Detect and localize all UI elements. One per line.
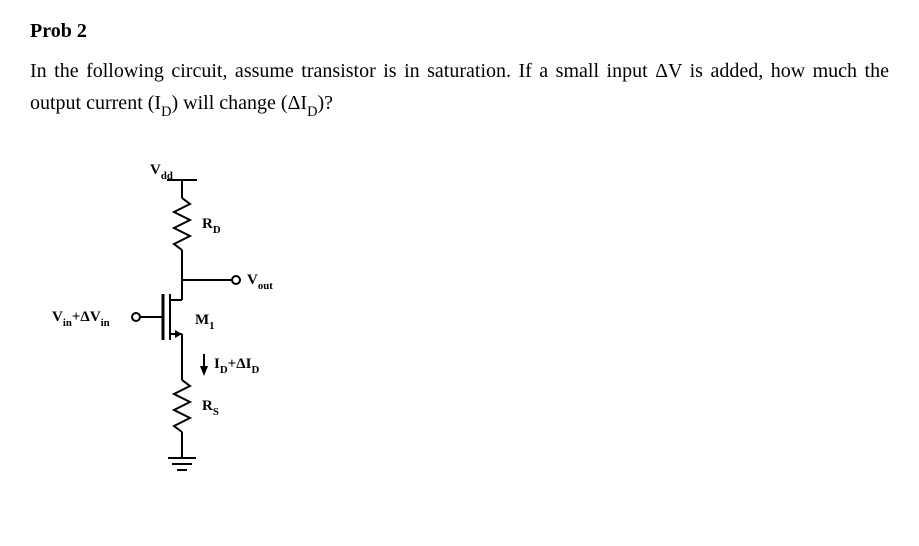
subscript-d: D bbox=[307, 104, 317, 120]
label-vin: Vin+ΔVin bbox=[52, 309, 110, 328]
label-id-sub: D bbox=[220, 364, 228, 376]
label-rs-r: R bbox=[202, 398, 213, 414]
circuit-svg bbox=[32, 162, 332, 502]
label-m1-m: M bbox=[195, 312, 209, 328]
delta-symbol: Δ bbox=[655, 60, 668, 82]
label-vdd-sub: dd bbox=[161, 170, 173, 182]
label-rs: RS bbox=[202, 398, 219, 417]
label-vout-sub: out bbox=[258, 280, 273, 292]
label-id-plus: + bbox=[228, 356, 237, 372]
label-vdd: Vdd bbox=[150, 162, 173, 181]
subscript-d: D bbox=[161, 104, 171, 120]
label-rd: RD bbox=[202, 216, 221, 235]
label-m1-sub: 1 bbox=[209, 320, 214, 332]
v-symbol: V bbox=[668, 60, 682, 82]
prompt-text: is bbox=[682, 60, 703, 82]
prompt-text: In the following circuit, assume transis… bbox=[30, 60, 655, 82]
label-id-sub2: D bbox=[251, 364, 259, 376]
label-vout: Vout bbox=[247, 272, 273, 291]
problem-statement: In the following circuit, assume transis… bbox=[30, 55, 889, 122]
label-vin-deltav: ΔV bbox=[80, 309, 100, 325]
delta-i-symbol: ΔI bbox=[288, 92, 308, 114]
prompt-text: ) will change ( bbox=[171, 92, 287, 114]
label-vin-sub2: in bbox=[101, 317, 110, 329]
label-rd-sub: D bbox=[213, 224, 221, 236]
label-rs-sub: S bbox=[213, 406, 219, 418]
label-id-i: I bbox=[214, 356, 220, 372]
label-rd-r: R bbox=[202, 216, 213, 232]
prompt-text: )? bbox=[318, 92, 334, 114]
circuit-diagram: Vdd RD Vout Vin+ΔVin M1 ID+ΔID RS bbox=[32, 162, 332, 502]
label-vdd-v: V bbox=[150, 162, 161, 178]
label-id-deltai: ΔI bbox=[236, 356, 251, 372]
label-vout-v: V bbox=[247, 272, 258, 288]
problem-heading: Prob 2 bbox=[30, 20, 889, 43]
label-vin-v: V bbox=[52, 309, 63, 325]
label-vin-sub: in bbox=[63, 317, 72, 329]
label-id: ID+ΔID bbox=[214, 356, 259, 375]
label-m1: M1 bbox=[195, 312, 215, 331]
